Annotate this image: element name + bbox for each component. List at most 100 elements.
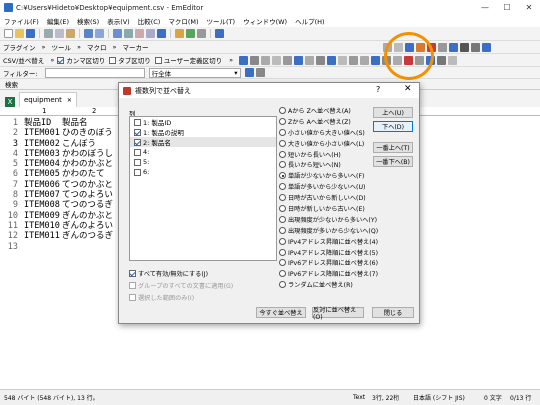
toolbar-icon[interactable] bbox=[460, 42, 469, 52]
filter-icon[interactable] bbox=[157, 29, 166, 38]
filter-icon[interactable] bbox=[255, 68, 265, 77]
new-file-icon[interactable] bbox=[4, 29, 13, 38]
move-bottom-button[interactable]: 一番下へ(B) bbox=[373, 156, 413, 167]
move-top-button[interactable]: 一番上へ(T) bbox=[373, 142, 413, 153]
table-row[interactable]: 11 ITEM010 ぎんのよろい bbox=[0, 221, 130, 231]
table-row[interactable]: 6 ITEM005 かわのたて bbox=[0, 169, 130, 179]
maximize-button[interactable]: ☐ bbox=[496, 0, 518, 15]
tab-equipment[interactable]: equipment ✕ bbox=[19, 92, 77, 107]
menu-file[interactable]: ファイル(F) bbox=[4, 16, 39, 26]
status-position[interactable]: 3行, 22桁 bbox=[372, 393, 399, 402]
move-down-button[interactable]: 下へ(D) bbox=[373, 121, 413, 132]
toolbar-icon[interactable] bbox=[482, 42, 491, 52]
csv-icon[interactable] bbox=[294, 55, 303, 65]
macro-icon[interactable] bbox=[175, 29, 184, 38]
copy-icon[interactable] bbox=[55, 29, 64, 38]
replace-icon[interactable] bbox=[135, 29, 144, 38]
toolbar-icon[interactable] bbox=[438, 42, 447, 52]
sort-option[interactable]: IPv4アドレス降順に並べ替え(5) bbox=[279, 247, 404, 258]
selection-only-checkbox[interactable]: 選択した範囲のみ(I) bbox=[129, 293, 194, 302]
find-next-icon[interactable] bbox=[124, 29, 133, 38]
csv-icon[interactable] bbox=[250, 55, 259, 65]
csv-icon[interactable] bbox=[239, 55, 248, 65]
window-icon[interactable] bbox=[197, 29, 206, 38]
table-row[interactable]: 5 ITEM004 かわのかぶと bbox=[0, 159, 130, 169]
sort-option[interactable]: IPv4アドレス昇順に並べ替え(4) bbox=[279, 236, 404, 247]
menu-compare[interactable]: 比較(C) bbox=[138, 16, 161, 26]
csv-icon[interactable] bbox=[283, 55, 292, 65]
checkbox[interactable] bbox=[134, 158, 141, 166]
grep-icon[interactable] bbox=[146, 29, 155, 38]
menu-edit[interactable]: 編集(E) bbox=[47, 16, 69, 26]
status-mode[interactable]: Text bbox=[353, 394, 365, 401]
sort-option[interactable]: 出現頻度が多いから少ないへ(Q) bbox=[279, 225, 404, 236]
find-icon[interactable] bbox=[113, 29, 122, 38]
table-row[interactable]: 9 ITEM008 てつのつるぎ bbox=[0, 200, 130, 210]
sort-option[interactable]: ランダムに並べ替え(R) bbox=[279, 279, 404, 290]
table-row[interactable]: 10 ITEM009 ぎんのかぶと bbox=[0, 211, 130, 221]
sort-option[interactable]: 日時が古いから新しいへ(D) bbox=[279, 192, 404, 203]
csv-icon[interactable] bbox=[349, 55, 358, 65]
column-list[interactable]: 1: 製品ID 1: 製品の説明 2: 製品名 4: 5: 6: bbox=[129, 116, 277, 261]
table-row[interactable]: 7 ITEM006 てつのかぶと bbox=[0, 180, 130, 190]
menu-window[interactable]: ウィンドウ(W) bbox=[243, 16, 287, 26]
sort-option[interactable]: 出現頻度が少ないから多いへ(Y) bbox=[279, 214, 404, 225]
macro-toolbar-label[interactable]: マクロ bbox=[87, 42, 107, 52]
checkbox[interactable] bbox=[134, 168, 141, 176]
filter-input[interactable] bbox=[44, 67, 145, 78]
tool-toolbar-label[interactable]: ツール bbox=[51, 42, 71, 52]
column-item[interactable]: 6: bbox=[130, 167, 276, 177]
help-icon[interactable]: ? bbox=[376, 85, 380, 94]
column-item[interactable]: 4: bbox=[130, 147, 276, 157]
status-encoding[interactable]: 日本語 (シフト JIS) bbox=[413, 393, 465, 402]
csv-icon[interactable] bbox=[327, 55, 336, 65]
sort-option[interactable]: IPv6アドレス昇順に並べ替え(6) bbox=[279, 257, 404, 268]
checkbox[interactable] bbox=[134, 128, 141, 136]
dialog-close-icon[interactable]: ✕ bbox=[404, 84, 412, 94]
checkbox[interactable] bbox=[134, 118, 141, 126]
menu-macro[interactable]: マクロ(M) bbox=[168, 16, 198, 26]
table-row[interactable]: 8 ITEM007 てつのよろい bbox=[0, 190, 130, 200]
save-icon[interactable] bbox=[26, 29, 35, 38]
column-item[interactable]: 2: 製品名 bbox=[130, 137, 276, 147]
close-window-button[interactable]: ✕ bbox=[518, 0, 540, 15]
csv-icon[interactable] bbox=[360, 55, 369, 65]
marker-toolbar-label[interactable]: マーカー bbox=[122, 42, 148, 52]
minimize-button[interactable]: — bbox=[474, 0, 496, 15]
search-label[interactable]: 検索 bbox=[5, 79, 18, 89]
close-button[interactable]: 閉じる bbox=[372, 307, 414, 318]
text-lines[interactable]: 1 製品ID 製品名 2 ITEM001 ひのきのぼう 3 ITEM002 こんぼう 4 IT… bbox=[0, 118, 130, 252]
csv-icon[interactable] bbox=[261, 55, 270, 65]
comma-separated-button[interactable]: カンマ区切り bbox=[57, 55, 105, 65]
redo-icon[interactable] bbox=[95, 29, 104, 38]
csv-icon[interactable] bbox=[437, 55, 446, 65]
apply-to-group-checkbox[interactable]: グループのすべての文書に適用(G) bbox=[129, 281, 233, 290]
table-row[interactable]: 3 ITEM002 こんぼう bbox=[0, 139, 130, 149]
table-row[interactable]: 1 製品ID 製品名 bbox=[0, 118, 130, 128]
csv-icon[interactable] bbox=[272, 55, 281, 65]
open-folder-icon[interactable] bbox=[15, 29, 24, 38]
table-row[interactable]: 2 ITEM001 ひのきのぼう bbox=[0, 128, 130, 138]
move-up-button[interactable]: 上へ(U) bbox=[373, 107, 413, 118]
column-item[interactable]: 5: bbox=[130, 157, 276, 167]
menu-search[interactable]: 検索(S) bbox=[77, 16, 99, 26]
toolbar-icon[interactable] bbox=[471, 42, 480, 52]
plugin-toolbar-label[interactable]: プラグイン bbox=[3, 42, 36, 52]
sort-option[interactable]: 単語が多いから少ないへ(U) bbox=[279, 181, 404, 192]
csv-icon[interactable] bbox=[371, 55, 380, 65]
paste-icon[interactable] bbox=[66, 29, 75, 38]
table-row[interactable]: 12 ITEM011 ぎんのつるぎ bbox=[0, 231, 130, 241]
sort-option[interactable]: 日時が新しいから古いへ(E) bbox=[279, 203, 404, 214]
csv-icon[interactable] bbox=[316, 55, 325, 65]
table-row[interactable]: 4 ITEM003 かわのぼうし bbox=[0, 149, 130, 159]
sort-option-selected[interactable]: 単語が少ないから多いへ(F) bbox=[279, 170, 404, 181]
enable-all-checkbox[interactable]: すべて有効/無効にする(J) bbox=[129, 269, 208, 278]
csv-icon[interactable] bbox=[305, 55, 314, 65]
toolbar-icon[interactable] bbox=[449, 42, 458, 52]
checkbox[interactable] bbox=[134, 148, 141, 156]
sort-now-button[interactable]: 今すぐ並べ替え bbox=[256, 307, 306, 318]
menu-view[interactable]: 表示(V) bbox=[107, 16, 130, 26]
run-icon[interactable] bbox=[186, 29, 195, 38]
filter-scope-select[interactable]: 行全体 ▾ bbox=[148, 67, 241, 78]
user-defined-separated-button[interactable]: ユーザー定義区切り bbox=[154, 55, 222, 65]
